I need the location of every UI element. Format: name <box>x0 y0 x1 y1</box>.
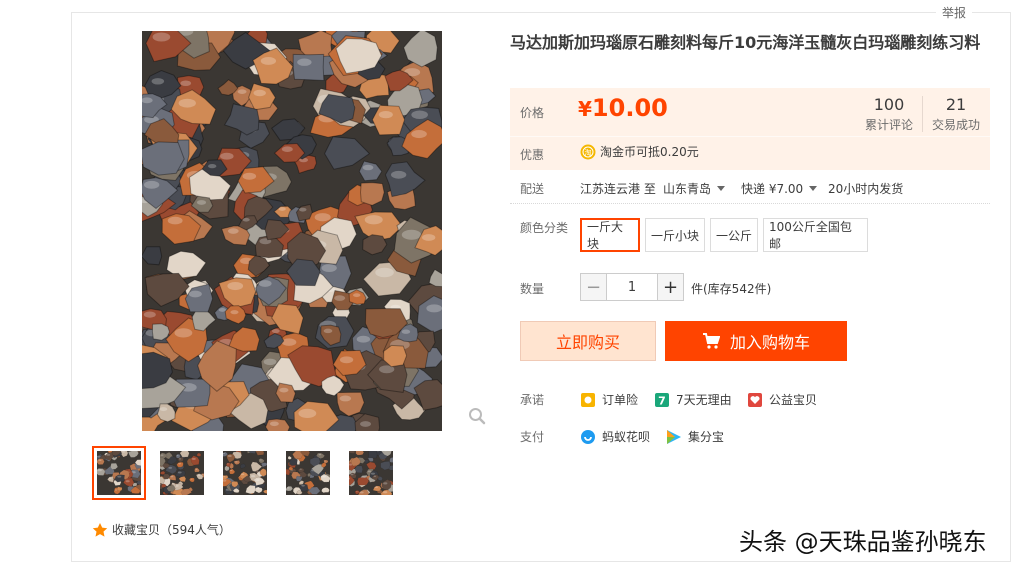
stock-text: 件(库存542件) <box>691 282 772 296</box>
payment-label: 支付 <box>520 430 545 444</box>
promo-label: 优惠 <box>520 148 545 162</box>
coin-icon: 淘 <box>580 144 596 159</box>
price-panel: 价格 ¥10.00 100 累计评论 21 交易成功 优惠 淘 淘金币可抵0.2… <box>510 88 990 170</box>
thumbnail-5[interactable] <box>344 446 398 500</box>
product-main-image[interactable] <box>142 31 442 431</box>
thumbnail-1[interactable] <box>92 446 146 500</box>
variant-label: 颜色分类 <box>520 221 569 235</box>
variant-option-1[interactable]: 一斤大块 <box>580 218 640 252</box>
ship-time: 20小时内发货 <box>828 182 904 196</box>
quantity-stepper: − 1 + <box>580 273 684 301</box>
trades-stat: 21 交易成功 <box>931 95 980 132</box>
thumbnail-4[interactable] <box>281 446 335 500</box>
seven-day-icon: 7 <box>655 392 669 407</box>
promo-coin: 淘 淘金币可抵0.20元 <box>580 143 699 160</box>
insurance-icon <box>581 392 595 407</box>
reviews-stat[interactable]: 100 累计评论 <box>862 95 916 133</box>
chevron-down-icon <box>717 186 726 191</box>
payment-huabei[interactable]: 蚂蚁花呗 <box>580 428 650 445</box>
cart-icon <box>702 333 720 349</box>
service-order-insurance[interactable]: 订单险 <box>580 391 638 408</box>
star-icon <box>92 522 108 537</box>
add-to-cart-button[interactable]: 加入购物车 <box>665 321 847 361</box>
ship-from: 江苏连云港 至 <box>580 182 656 196</box>
buy-now-button[interactable]: 立即购买 <box>520 321 656 361</box>
service-charity[interactable]: 公益宝贝 <box>747 391 817 408</box>
variant-option-4[interactable]: 100公斤全国包邮 <box>763 218 868 252</box>
promise-label: 承诺 <box>520 393 545 407</box>
variant-option-2[interactable]: 一斤小块 <box>645 218 705 252</box>
favorite-item[interactable]: 收藏宝贝（594人气） <box>92 521 231 538</box>
thumbnail-3[interactable] <box>218 446 272 500</box>
svg-text:7: 7 <box>658 394 666 407</box>
svg-text:淘: 淘 <box>585 148 592 157</box>
stat-divider <box>922 96 923 132</box>
zoom-icon[interactable] <box>468 407 486 425</box>
increase-button[interactable]: + <box>657 274 683 300</box>
variant-option-3[interactable]: 一公斤 <box>710 218 758 252</box>
jifenbao-icon <box>667 429 681 444</box>
watermark-text: 头条 @天珠品鉴孙晓东 <box>739 528 987 556</box>
ship-method-select[interactable]: 快递 ¥7.00 <box>741 180 818 197</box>
huabei-icon <box>581 429 595 444</box>
quantity-label: 数量 <box>520 282 545 296</box>
ship-to-select[interactable]: 山东青岛 <box>663 180 726 197</box>
chevron-down-icon <box>809 186 818 191</box>
thumbnail-2[interactable] <box>155 446 209 500</box>
product-title: 马达加斯加玛瑙原石雕刻料每斤10元海洋玉髓灰白玛瑙雕刻练习料 <box>510 33 981 52</box>
shipping-label: 配送 <box>520 182 545 196</box>
heart-icon <box>748 392 762 407</box>
thumbnail-strip <box>92 446 407 500</box>
price-value: ¥10.00 <box>578 94 668 122</box>
favorite-label: 收藏宝贝（594人气） <box>112 523 231 537</box>
price-label: 价格 <box>520 106 545 120</box>
service-7day-return[interactable]: 7 7天无理由 <box>654 391 732 408</box>
report-link[interactable]: 举报 <box>935 4 972 21</box>
shipping-row: 配送 江苏连云港 至 山东青岛 快递 ¥7.00 20小时内发货 <box>510 178 990 204</box>
decrease-button[interactable]: − <box>581 274 607 300</box>
quantity-input[interactable]: 1 <box>607 274 657 300</box>
promo-separator <box>510 136 990 137</box>
payment-jifenbao[interactable]: 集分宝 <box>666 428 724 445</box>
